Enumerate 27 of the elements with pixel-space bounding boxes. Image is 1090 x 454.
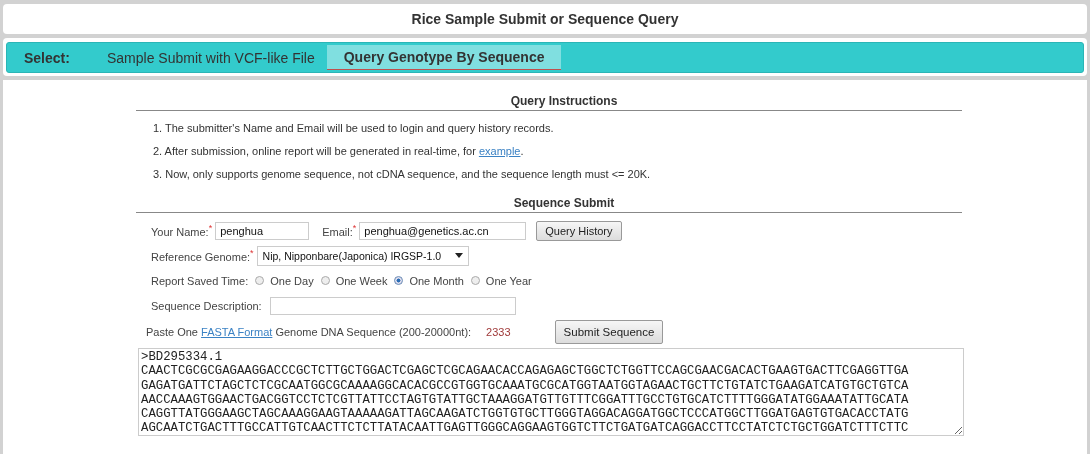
fasta-format-link[interactable]: FASTA Format — [201, 326, 273, 338]
saved-time-label: Report Saved Time: — [151, 274, 249, 287]
section-heading: Query Instructions — [510, 94, 618, 108]
sequence-length-count: 2333 — [486, 326, 511, 338]
section-heading: Sequence Submit — [513, 196, 615, 210]
radio-label[interactable]: One Day — [270, 274, 314, 287]
radio-label[interactable]: One Week — [335, 274, 388, 287]
radio-label[interactable]: One Year — [485, 274, 532, 287]
email-label: Email:$^{*}$ — [322, 223, 357, 238]
instruction-text: 3. Now, only supports genome sequence, not cDNA sequence, and the sequence length must <= 20K. — [153, 167, 652, 182]
page-title: Rice Sample Submit or Sequence Query — [411, 11, 679, 27]
paste-instruction: Paste One FASTA Format Genome DNA Sequence (200-20000nt): — [146, 326, 472, 338]
nav-tab[interactable]: Sample Submit with VCF-like File — [107, 45, 327, 70]
radio-label[interactable]: One Month — [409, 274, 464, 287]
genome-dropdown[interactable]: Nip, Nipponbare(Japonica) IRGSP-1.0 — [256, 245, 469, 266]
sequence-field[interactable]: >BD295334.1 CAACTCGCGCGAGAAGGACCCGCTCTTGCTGGACTCGAGCTCGCAGAACACCAGAGAGCTGGCTCTGGTTCCAGCGAACGACACTGAAGTGACTTCGAGGTTGA GAGATGATTCTAGCTCTCGCAATGGCGCAAAAGGCACACGCCGTGGTGCAAATGCGCATGGTAATGGTAGAACTGCTTCTGTATCTGAAGATCATGTGCTGTCA AACCAAAGTGGAACTGACGGTCCTCTCGTTATTCCTAGTGTATTGCTAAAGGATGTTGTTTCGGATTTGCCTGTGCATCTTTTGGGATATGGAAATATTGCATA CAGGTTATGGGAAGCTAGCAAAGGAAGTAAAAAGATTAGCAAGATCTGGTGTGCTTGGGTAGGACAGGATGGCTCCCATGGCTTGGATGAGTGTGACACCTATG AGCAATCTGACTTTGCCATTGTCAACTTCTCTTATACAATTGAGTTGGGCAGGAAGTGGTCTTCTGATGATCAGGACCTTCCTATCTCTGCTGGATCTTTCTTC — [138, 348, 964, 436]
submit-sequence-button[interactable]: Submit Sequence — [554, 320, 664, 344]
instruction-text: 1. The submitter's Name and Email will be used to login and query history records. — [153, 121, 555, 136]
name-label: Your Name:$^{*}$ — [151, 223, 213, 238]
instruction-text: 2. After submission, online report will be generated in real-time, for example. — [153, 144, 525, 159]
reference-genome-label: Reference Genome:$^{*}$ — [151, 248, 254, 263]
query-history-button[interactable]: Query History — [536, 220, 622, 241]
nav-tab[interactable]: Query Genotype By Sequence — [326, 45, 562, 70]
select-label: Select: — [24, 49, 71, 66]
name-field[interactable]: penghua — [215, 221, 310, 240]
description-label: Sequence Description: — [151, 299, 262, 312]
email-field[interactable]: penghua@genetics.ac.cn — [359, 221, 527, 240]
